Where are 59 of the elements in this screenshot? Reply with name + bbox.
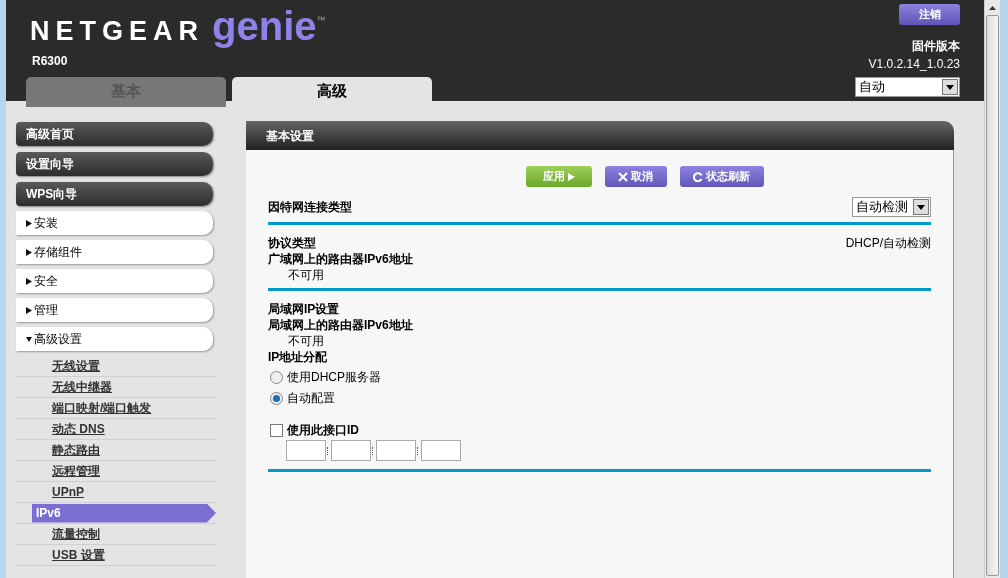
radio-label: 使用DHCP服务器 xyxy=(287,369,381,385)
nav-button[interactable]: 高级首页 xyxy=(16,122,213,146)
checkbox-label: 使用此接口ID xyxy=(287,422,359,438)
caret-icon xyxy=(26,306,32,314)
field-label: 广域网上的路由器IPv6地址 xyxy=(268,251,413,267)
close-icon xyxy=(618,171,628,182)
field-label: 协议类型 xyxy=(268,235,316,251)
input-field[interactable] xyxy=(331,440,371,461)
nav-link[interactable]: 无线设置 xyxy=(52,357,100,375)
nav-link[interactable]: 动态 DNS xyxy=(52,420,105,438)
panel-title: 基本设置 xyxy=(246,121,954,150)
field-value: 不可用 xyxy=(288,267,324,283)
field-value: 不可用 xyxy=(288,333,324,349)
scroll-up-icon xyxy=(989,6,996,10)
radio-button[interactable] xyxy=(270,370,283,384)
caret-icon xyxy=(26,277,32,285)
nav-section[interactable]: 安全 xyxy=(16,269,213,293)
field-label: 局域网上的路由器IPv6地址 xyxy=(268,317,413,333)
caret-icon xyxy=(26,335,32,343)
connection-type-select[interactable]: 自动检测 xyxy=(852,197,931,217)
refresh-button[interactable]: 状态刷新 xyxy=(679,166,764,187)
logout-button[interactable]: 注销 xyxy=(899,4,960,25)
dropdown-arrow-icon xyxy=(946,84,954,90)
caret-icon xyxy=(26,248,32,256)
caret-icon xyxy=(26,219,32,227)
model-name: R6300 xyxy=(32,52,69,70)
play-icon xyxy=(567,172,575,181)
radio-button[interactable] xyxy=(270,391,283,405)
nav-link[interactable]: 静态路由 xyxy=(52,441,100,459)
checkbox[interactable] xyxy=(270,423,283,437)
nav-section[interactable]: 管理 xyxy=(16,298,213,322)
input-field[interactable] xyxy=(421,440,461,461)
input-field[interactable] xyxy=(286,440,326,461)
field-label: IP地址分配 xyxy=(268,349,328,365)
field-label: 因特网连接类型 xyxy=(268,199,352,216)
nav-link[interactable]: 远程管理 xyxy=(52,462,100,480)
cancel-button[interactable]: 取消 xyxy=(604,166,667,187)
section-title: 局域网IP设置 xyxy=(268,301,340,317)
nav-link[interactable]: 流量控制 xyxy=(52,525,100,543)
nav-link[interactable]: 端口映射/端口触发 xyxy=(52,399,152,417)
language-select[interactable]: 自动 xyxy=(855,77,960,97)
nav-button[interactable]: 设置向导 xyxy=(16,152,213,176)
logo: NETGEAR genie™ xyxy=(30,4,327,50)
input-field[interactable] xyxy=(376,440,416,461)
nav-section[interactable]: 高级设置 xyxy=(16,327,213,351)
dropdown-arrow-icon xyxy=(917,204,925,210)
nav-section[interactable]: 安装 xyxy=(16,211,213,235)
nav-link[interactable]: 无线中继器 xyxy=(52,378,112,396)
radio-label: 自动配置 xyxy=(287,390,335,406)
firmware-label: 固件版本 xyxy=(912,38,960,55)
nav-link[interactable]: IPv6 xyxy=(32,503,216,523)
nav-link[interactable]: UPnP xyxy=(52,483,84,501)
field-value: DHCP/自动检测 xyxy=(845,235,931,251)
nav-link[interactable]: USB 设置 xyxy=(52,546,105,564)
nav-button[interactable]: WPS向导 xyxy=(16,182,213,206)
firmware-version: V1.0.2.14_1.0.23 xyxy=(868,56,960,73)
refresh-icon xyxy=(693,171,703,182)
scrollbar[interactable] xyxy=(984,0,1000,578)
nav-section[interactable]: 存储组件 xyxy=(16,240,213,264)
